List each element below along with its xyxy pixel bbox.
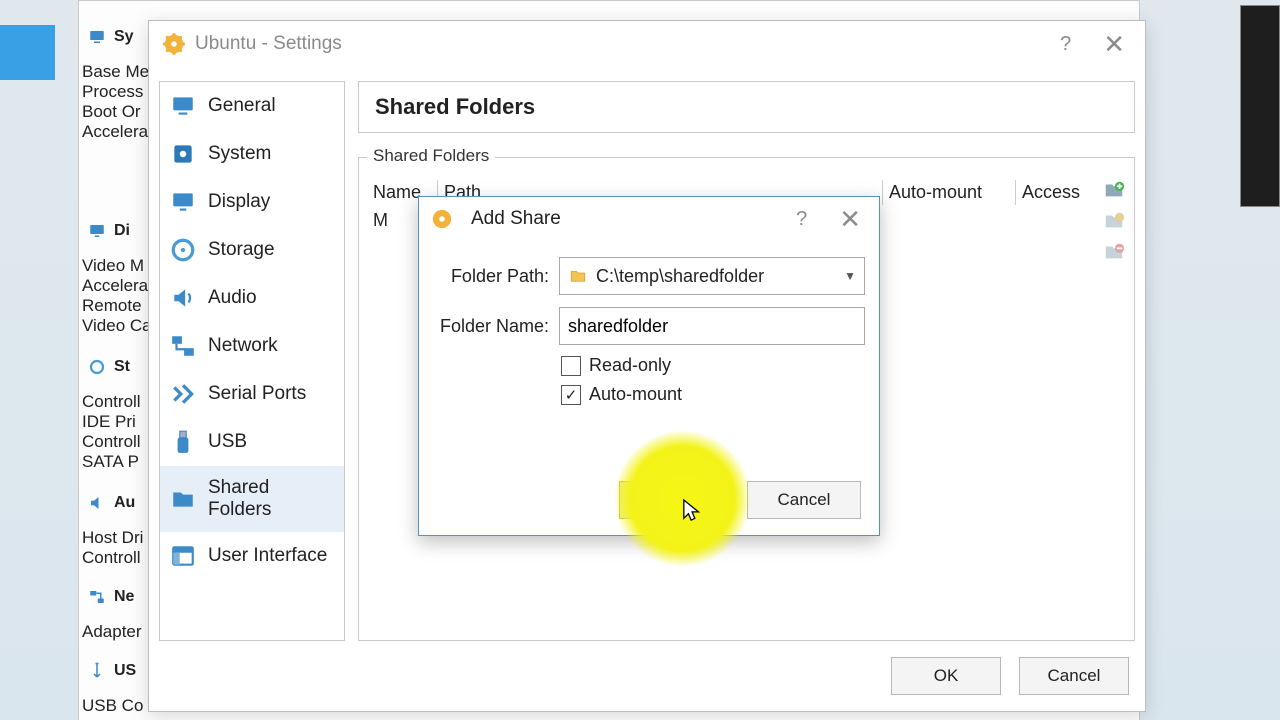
bg-storage-title: St [114,358,130,376]
readonly-label: Read-only [589,355,671,376]
bg-section-system: Sy [88,28,134,46]
col-access[interactable]: Access [1015,180,1094,205]
nav-label: Shared Folders [208,477,334,521]
bg-section-usb: US [88,662,136,680]
bg-audio-lines: Host DriControll [82,528,143,568]
bg-display-lines: Video MAcceleraRemoteVideo Ca [82,256,152,336]
nav-user-interface[interactable]: User Interface [160,532,344,580]
close-button[interactable]: ✕ [1089,29,1139,60]
nav-network[interactable]: Network [160,322,344,370]
nav-display[interactable]: Display [160,178,344,226]
bg-network-lines: Adapter [82,622,142,642]
nav-label: User Interface [208,545,327,567]
dialog-cancel-button[interactable]: Cancel [747,481,861,519]
help-button[interactable]: ? [1042,33,1089,56]
nav-label: General [208,95,276,117]
dialog-ok-button[interactable]: OK [619,481,733,519]
taskbar-app-icon[interactable] [0,25,55,80]
remove-share-button[interactable] [1099,238,1129,266]
bg-usb-title: US [114,662,136,680]
nav-label: Display [208,191,270,213]
chevron-down-icon: ▼ [844,269,856,283]
folder-path-label: Folder Path: [433,266,549,287]
bg-section-storage: St [88,358,130,376]
settings-ok-button[interactable]: OK [891,657,1001,695]
dialog-titlebar: Add Share ? ✕ [419,197,879,241]
add-share-dialog: Add Share ? ✕ Folder Path: C:\temp\share… [418,196,880,536]
bg-storage-lines: ControllIDE PriControllSATA P [82,392,141,472]
edit-share-button[interactable] [1099,207,1129,235]
automount-checkbox[interactable]: ✓ [561,385,581,405]
folder-path-value: C:\temp\sharedfolder [596,266,764,287]
nav-general[interactable]: General [160,82,344,130]
nav-shared-folders[interactable]: Shared Folders [160,466,344,532]
bg-section-display: Di [88,222,130,240]
bg-section-network: Ne [88,588,134,606]
readonly-checkbox[interactable] [561,356,581,376]
nav-serial-ports[interactable]: Serial Ports [160,370,344,418]
nav-audio[interactable]: Audio [160,274,344,322]
add-share-button[interactable] [1099,176,1129,204]
settings-window-title: Ubuntu - Settings [195,33,342,55]
automount-label: Auto-mount [589,384,682,405]
bg-network-title: Ne [114,588,134,606]
bg-system-title: Sy [114,28,134,46]
nav-usb[interactable]: USB [160,418,344,466]
bg-audio-title: Au [114,494,135,512]
settings-nav: General System Display Storage Audio Net… [159,81,345,641]
nav-label: Audio [208,287,257,309]
folder-path-combo[interactable]: C:\temp\sharedfolder ▼ [559,257,865,295]
col-automount[interactable]: Auto-mount [882,180,1015,205]
gear-icon [163,33,185,55]
bg-section-audio: Au [88,494,135,512]
nav-system[interactable]: System [160,130,344,178]
bg-usb-lines: USB Co [82,696,143,716]
nav-label: System [208,143,271,165]
folder-name-label: Folder Name: [433,316,549,337]
table-row[interactable]: M [369,208,392,233]
nav-storage[interactable]: Storage [160,226,344,274]
gear-icon [431,208,453,230]
folder-icon [568,267,588,285]
nav-label: USB [208,431,247,453]
nav-label: Network [208,335,278,357]
content-title: Shared Folders [358,81,1135,133]
folder-name-input[interactable] [559,307,865,345]
bg-display-title: Di [114,222,130,240]
bg-system-lines: Base MeProcessBoot OrAccelera [82,62,149,142]
dialog-close-button[interactable]: ✕ [825,204,875,235]
preview-panel [1240,5,1280,207]
settings-cancel-button[interactable]: Cancel [1019,657,1129,695]
dialog-help-button[interactable]: ? [778,208,825,231]
group-legend: Shared Folders [367,146,495,166]
nav-label: Storage [208,239,275,261]
dialog-title: Add Share [471,208,561,230]
nav-label: Serial Ports [208,383,306,405]
settings-titlebar: Ubuntu - Settings ? ✕ [149,21,1145,67]
